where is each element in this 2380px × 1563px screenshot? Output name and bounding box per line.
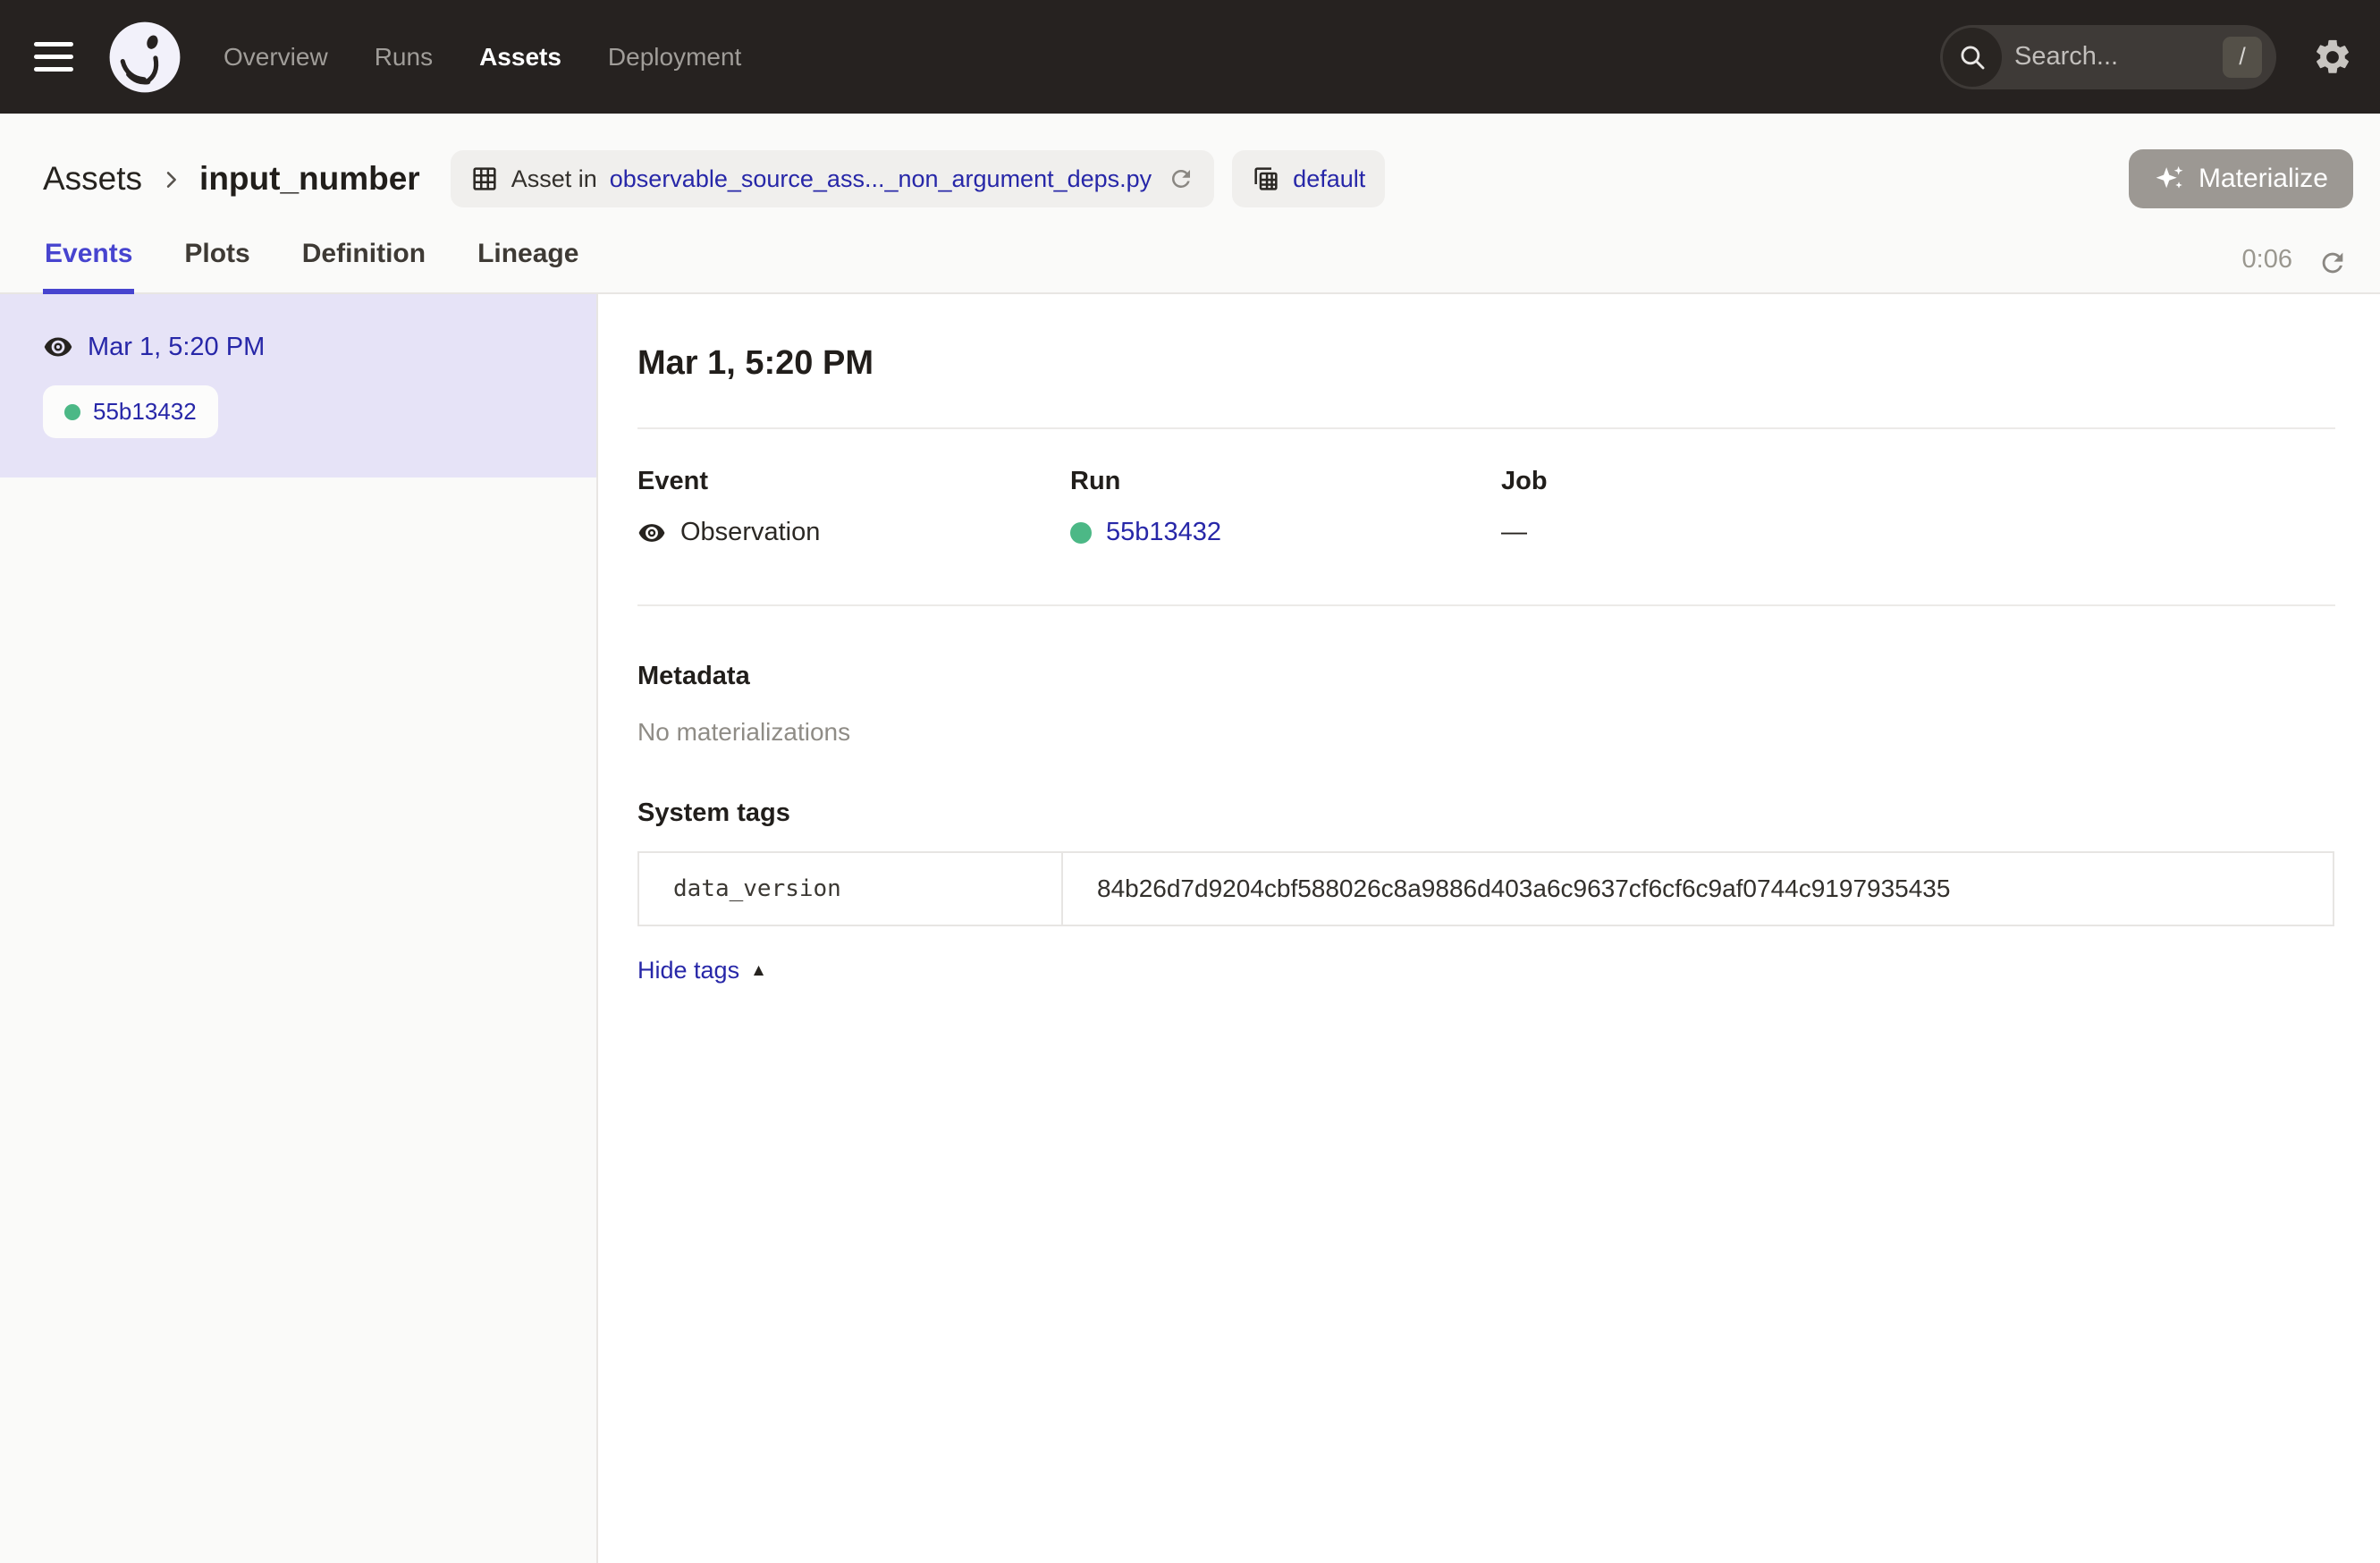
run-id-link[interactable]: 55b13432 bbox=[1106, 518, 1221, 547]
event-column-label: Event bbox=[637, 467, 1070, 496]
job-column: Job — bbox=[1501, 467, 2335, 547]
event-type-value: Observation bbox=[680, 518, 820, 547]
group-default-link[interactable]: default bbox=[1293, 165, 1365, 193]
search-icon bbox=[1943, 28, 2002, 87]
hide-tags-label: Hide tags bbox=[637, 957, 739, 984]
primary-nav: Overview Runs Assets Deployment bbox=[224, 43, 741, 72]
dagster-logo[interactable] bbox=[105, 18, 184, 97]
event-detail-title: Mar 1, 5:20 PM bbox=[637, 344, 2335, 383]
run-id-label: 55b13432 bbox=[93, 398, 197, 426]
table-row: data_version 84b26d7d9204cbf588026c8a988… bbox=[638, 852, 2334, 925]
top-navigation-bar: Overview Runs Assets Deployment / bbox=[0, 0, 2380, 114]
group-badge: default bbox=[1232, 150, 1385, 207]
hamburger-menu-icon[interactable] bbox=[34, 42, 73, 72]
content-area: Mar 1, 5:20 PM 55b13432 Mar 1, 5:20 PM E… bbox=[0, 294, 2380, 1563]
asset-location-prefix: Asset in bbox=[511, 165, 597, 193]
asset-location-badge: Asset in observable_source_ass..._non_ar… bbox=[451, 150, 1214, 207]
run-id-pill[interactable]: 55b13432 bbox=[43, 385, 218, 438]
event-list-item-selected[interactable]: Mar 1, 5:20 PM 55b13432 bbox=[0, 294, 596, 477]
asset-header: Assets input_number Asset in observable_… bbox=[0, 114, 2380, 214]
refresh-countdown: 0:06 bbox=[2242, 245, 2292, 275]
divider bbox=[637, 604, 2335, 606]
asset-tabs-row: Events Plots Definition Lineage 0:06 bbox=[0, 214, 2380, 294]
search-input[interactable] bbox=[2002, 42, 2223, 72]
tab-events[interactable]: Events bbox=[43, 230, 134, 294]
system-tags-heading: System tags bbox=[637, 798, 2335, 828]
tab-definition[interactable]: Definition bbox=[300, 230, 427, 294]
tag-value-cell: 84b26d7d9204cbf588026c8a9886d403a6c9637c… bbox=[1062, 852, 2334, 925]
event-timestamp-link[interactable]: Mar 1, 5:20 PM bbox=[88, 333, 265, 362]
nav-deployment[interactable]: Deployment bbox=[608, 43, 741, 72]
run-status-dot bbox=[1070, 522, 1092, 544]
breadcrumb-assets-link[interactable]: Assets bbox=[43, 160, 142, 198]
event-detail-panel: Mar 1, 5:20 PM Event Observation bbox=[598, 294, 2380, 1563]
reload-location-icon[interactable] bbox=[1168, 165, 1194, 192]
divider bbox=[637, 427, 2335, 429]
observation-eye-icon bbox=[637, 519, 666, 547]
event-summary-columns: Event Observation Run 55b13 bbox=[637, 467, 2335, 547]
materialize-button[interactable]: Materialize bbox=[2129, 149, 2353, 208]
asset-name: input_number bbox=[199, 160, 420, 198]
observation-eye-icon bbox=[43, 332, 73, 362]
event-column: Event Observation bbox=[637, 467, 1070, 547]
nav-assets[interactable]: Assets bbox=[479, 43, 561, 72]
job-column-label: Job bbox=[1501, 467, 2335, 496]
layered-grid-icon bbox=[1252, 165, 1280, 193]
refresh-icon[interactable] bbox=[2317, 248, 2348, 278]
run-column: Run 55b13432 bbox=[1070, 467, 1501, 547]
code-location-link[interactable]: observable_source_ass..._non_argument_de… bbox=[610, 165, 1152, 193]
tab-lineage[interactable]: Lineage bbox=[476, 230, 580, 294]
sparkles-icon bbox=[2154, 163, 2186, 195]
table-grid-icon bbox=[470, 165, 499, 193]
asset-tabs: Events Plots Definition Lineage bbox=[43, 230, 580, 292]
tag-key-cell: data_version bbox=[638, 852, 1062, 925]
metadata-empty-state: No materializations bbox=[637, 718, 2335, 747]
nav-overview[interactable]: Overview bbox=[224, 43, 328, 72]
global-search[interactable]: / bbox=[1940, 25, 2276, 89]
nav-runs[interactable]: Runs bbox=[375, 43, 433, 72]
system-tags-table: data_version 84b26d7d9204cbf588026c8a988… bbox=[637, 851, 2334, 926]
event-list-sidebar: Mar 1, 5:20 PM 55b13432 bbox=[0, 294, 598, 1563]
job-empty-value: — bbox=[1501, 518, 1527, 547]
hide-tags-toggle[interactable]: Hide tags ▲ bbox=[637, 957, 767, 984]
tab-plots[interactable]: Plots bbox=[182, 230, 251, 294]
run-status-dot bbox=[64, 404, 80, 420]
caret-up-icon: ▲ bbox=[750, 961, 767, 981]
settings-gear-icon[interactable] bbox=[2312, 37, 2353, 78]
metadata-heading: Metadata bbox=[637, 662, 2335, 691]
materialize-label: Materialize bbox=[2199, 164, 2328, 194]
chevron-right-icon bbox=[158, 167, 183, 192]
search-shortcut-key: / bbox=[2223, 37, 2262, 78]
breadcrumb: Assets input_number bbox=[43, 160, 420, 198]
run-column-label: Run bbox=[1070, 467, 1501, 496]
